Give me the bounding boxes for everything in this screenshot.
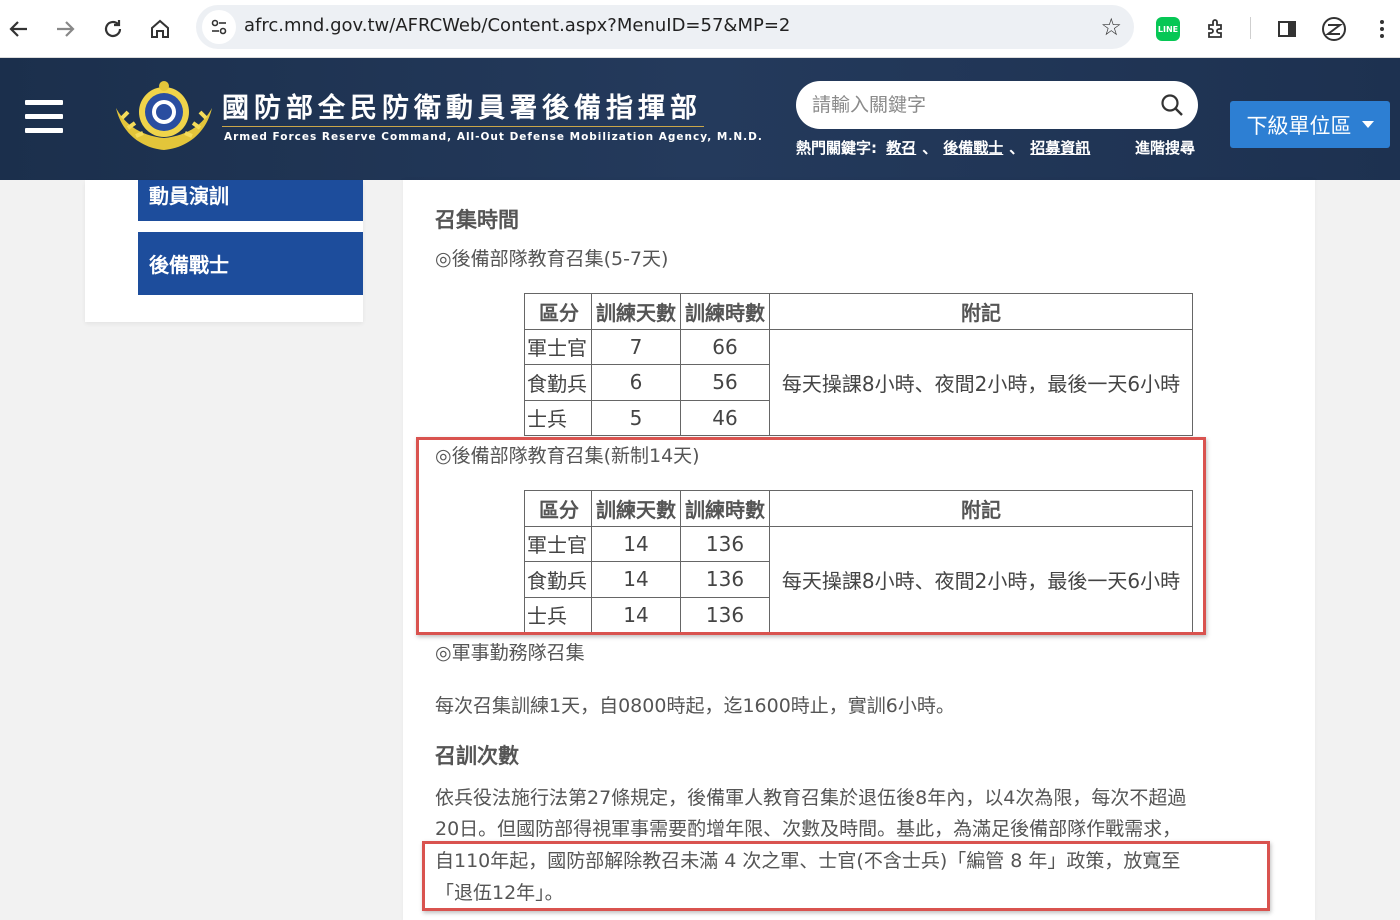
paragraph-line: 依兵役法施行法第27條規定，後備軍人教育召集於退伍後8年內，以4次為限，每次不超… — [435, 787, 1187, 809]
sidebar-item-label: 後備戰士 — [149, 253, 229, 277]
hot-keyword-link[interactable]: 招募資訊 — [1030, 139, 1090, 157]
site-header: 國防部全民防衛動員署後備指揮部 Armed Forces Reserve Com… — [0, 58, 1400, 180]
cell-days: 7 — [591, 328, 681, 365]
sub-units-dropdown[interactable]: 下級單位區 — [1230, 101, 1390, 148]
line-extension-icon[interactable]: LINE — [1151, 12, 1185, 46]
browser-toolbar: afrc.mnd.gov.tw/AFRCWeb/Content.aspx?Men… — [0, 0, 1400, 58]
sidebar-item-reserve-warrior[interactable]: 後備戰士 — [138, 232, 363, 295]
menu-icon[interactable] — [1365, 12, 1399, 46]
cell-category: 士兵 — [524, 399, 592, 436]
title-underline — [222, 126, 704, 127]
sidebar-item-label: 動員演訓 — [149, 184, 229, 208]
site-settings-icon[interactable] — [202, 10, 236, 44]
paragraph-line: 20日。但國防部得視軍事需要酌增年限、次數及時間。基此，為滿足後備部隊作戰需求， — [435, 818, 1182, 840]
caret-down-icon — [1361, 121, 1374, 128]
toolbar-divider — [1250, 17, 1251, 39]
reload-icon[interactable] — [96, 12, 130, 46]
emblem-logo[interactable] — [112, 78, 216, 158]
search-input[interactable] — [812, 91, 1142, 119]
training-table-5-7-days: 區分 訓練天數 訓練時數 附記 軍士官 7 66 每天操課8小時、夜間2小時，最… — [524, 293, 1193, 436]
header-hours: 訓練時數 — [680, 293, 770, 330]
back-icon[interactable] — [2, 12, 36, 46]
site-subtitle: Armed Forces Reserve Command, All-Out De… — [224, 131, 763, 143]
cell-hours: 56 — [680, 364, 770, 401]
header-days: 訓練天數 — [591, 293, 681, 330]
hot-keywords-label: 熱門關鍵字: — [796, 139, 877, 157]
sub-units-label: 下級單位區 — [1246, 113, 1352, 138]
extensions-icon[interactable] — [1199, 12, 1233, 46]
hot-keyword-link[interactable]: 後備戰士 — [943, 139, 1003, 157]
annotation-box-new-14-day — [416, 437, 1206, 635]
cell-note: 每天操課8小時、夜間2小時，最後一天6小時 — [769, 328, 1193, 436]
sidebar-item-mobilization-drill[interactable]: 動員演訓 — [138, 180, 363, 221]
url-text[interactable]: afrc.mnd.gov.tw/AFRCWeb/Content.aspx?Men… — [244, 15, 790, 36]
home-icon[interactable] — [143, 12, 177, 46]
table1-caption: ◎後備部隊教育召集(5-7天) — [435, 248, 669, 270]
cell-category: 食勤兵 — [524, 364, 592, 401]
side-panel-icon[interactable] — [1270, 12, 1304, 46]
cell-days: 5 — [591, 399, 681, 436]
search-box — [796, 81, 1198, 129]
duty-caption: ◎軍事勤務隊召集 — [435, 642, 585, 664]
section-title-schedule: 召集時間 — [435, 208, 519, 232]
forward-icon[interactable] — [48, 12, 82, 46]
sidebar: 動員演訓 後備戰士 — [85, 180, 363, 322]
site-title[interactable]: 國防部全民防衛動員署後備指揮部 — [222, 86, 702, 125]
annotation-box-policy — [422, 841, 1270, 911]
section-title-frequency: 召訓次數 — [435, 744, 519, 768]
bookmark-star-icon[interactable]: ☆ — [1100, 13, 1122, 41]
hot-keyword-link[interactable]: 教召 — [886, 139, 916, 157]
header-category: 區分 — [524, 293, 592, 330]
cell-hours: 66 — [680, 328, 770, 365]
advanced-search-link[interactable]: 進階搜尋 — [1135, 137, 1195, 158]
keyword-separator: 、 — [1009, 139, 1025, 157]
keyword-separator: 、 — [922, 139, 938, 157]
cell-hours: 46 — [680, 399, 770, 436]
duty-text: 每次召集訓練1天，自0800時起，迄1600時止，實訓6小時。 — [435, 695, 955, 717]
cell-category: 軍士官 — [524, 328, 592, 365]
table-row: 軍士官 7 66 每天操課8小時、夜間2小時，最後一天6小時 — [524, 328, 1193, 436]
address-bar[interactable]: afrc.mnd.gov.tw/AFRCWeb/Content.aspx?Men… — [196, 5, 1134, 49]
hamburger-menu-icon[interactable] — [25, 100, 63, 134]
line-extension-label: LINE — [1156, 17, 1180, 41]
search-icon[interactable] — [1160, 93, 1184, 117]
header-note: 附記 — [769, 293, 1193, 330]
hot-keywords: 熱門關鍵字: 教召、後備戰士、招募資訊 — [796, 137, 1090, 158]
table-header-row: 區分 訓練天數 訓練時數 附記 — [524, 293, 1193, 330]
cell-days: 6 — [591, 364, 681, 401]
profile-icon[interactable] — [1317, 12, 1351, 46]
